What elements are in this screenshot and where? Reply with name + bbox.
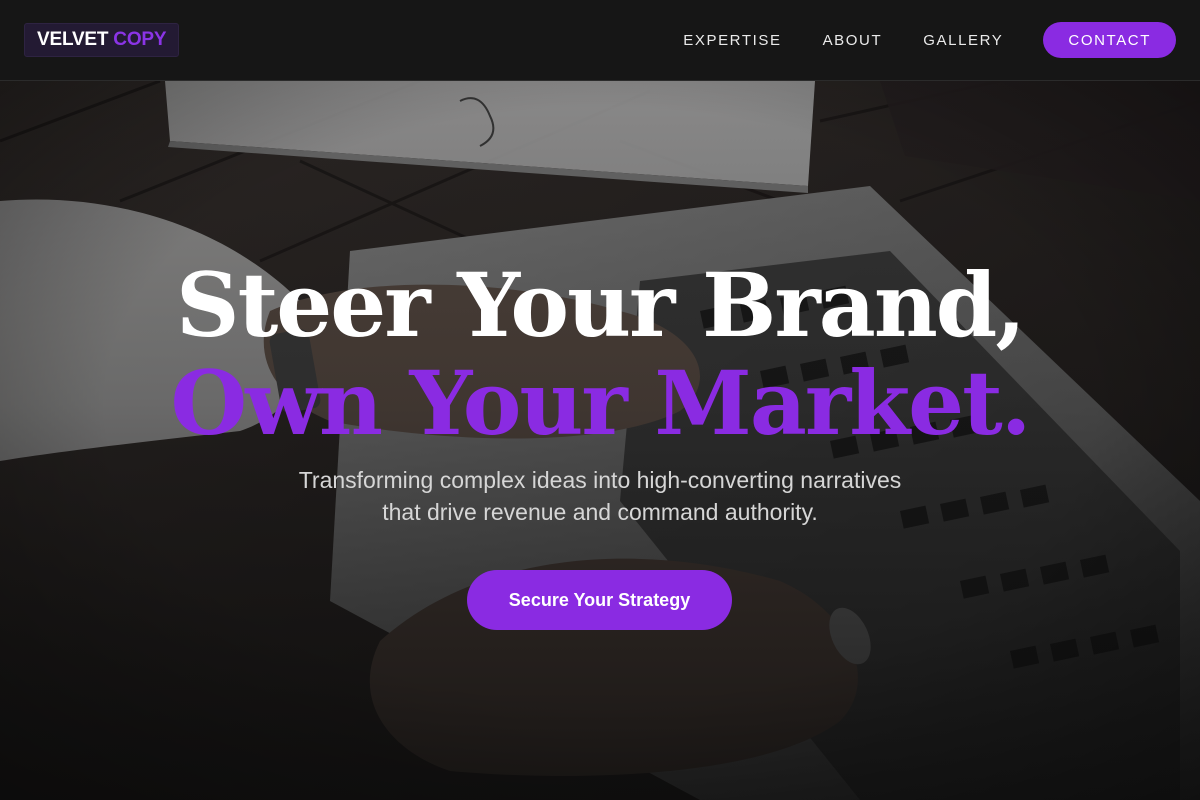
hero-subtitle: Transforming complex ideas into high-con… — [250, 464, 950, 528]
nav-link-gallery[interactable]: GALLERY — [923, 32, 1003, 49]
secure-strategy-button[interactable]: Secure Your Strategy — [467, 570, 732, 630]
nav-links: EXPERTISE ABOUT GALLERY CONTACT — [642, 22, 1176, 58]
hero-headline: Steer Your Brand, Own Your Market. — [0, 256, 1200, 452]
brand-name-part2: COPY — [113, 29, 167, 50]
subtitle-line-2: that drive revenue and command authority… — [382, 499, 818, 525]
headline-line-1: Steer Your Brand, — [176, 253, 1026, 357]
nav-link-about[interactable]: ABOUT — [823, 32, 883, 49]
hero-section: Steer Your Brand, Own Your Market. Trans… — [0, 81, 1200, 800]
subtitle-line-1: Transforming complex ideas into high-con… — [298, 467, 902, 493]
top-navigation-bar: VELVET COPY EXPERTISE ABOUT GALLERY CONT… — [0, 0, 1200, 81]
brand-name-part1: VELVET — [37, 29, 109, 50]
brand-logo[interactable]: VELVET COPY — [24, 23, 180, 57]
contact-button[interactable]: CONTACT — [1043, 22, 1176, 58]
headline-line-2: Own Your Market. — [170, 351, 1032, 455]
nav-link-expertise[interactable]: EXPERTISE — [683, 32, 781, 49]
